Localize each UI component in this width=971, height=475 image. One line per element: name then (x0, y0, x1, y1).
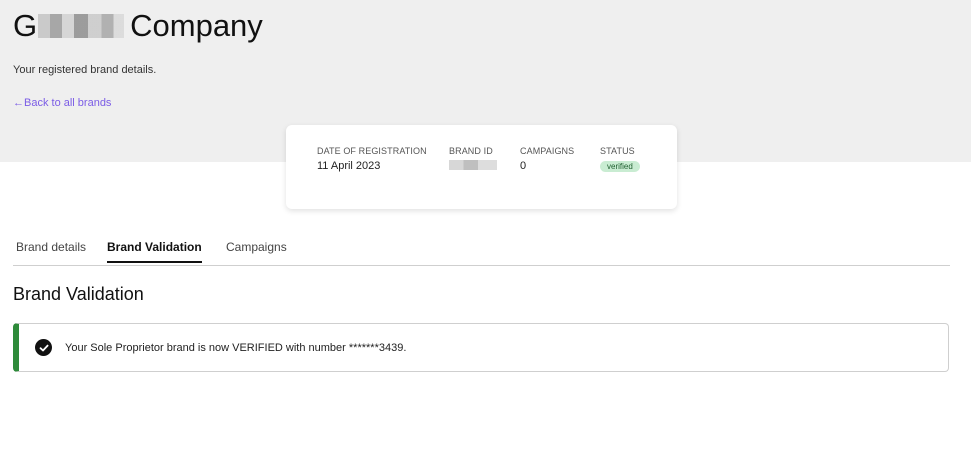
brand-id-value (449, 160, 497, 173)
status-badge: verified (600, 161, 640, 172)
brand-id-stat: BRAND ID (449, 146, 497, 173)
redacted-name (38, 14, 125, 38)
title-suffix: Company (130, 8, 263, 43)
registration-stat: DATE OF REGISTRATION 11 April 2023 (317, 146, 427, 172)
status-stat: STATUS verified (600, 146, 640, 174)
brand-id-label: BRAND ID (449, 146, 493, 156)
status-label: STATUS (600, 146, 635, 156)
section-title: Brand Validation (13, 284, 144, 304)
check-circle-icon (35, 339, 52, 356)
tab-campaigns[interactable]: Campaigns (226, 240, 287, 262)
tab-bar: Brand details Brand Validation Campaigns (13, 232, 950, 266)
page-subtitle: Your registered brand details. (13, 64, 157, 76)
registration-label: DATE OF REGISTRATION (317, 146, 427, 156)
tab-brand-validation[interactable]: Brand Validation (107, 240, 202, 263)
campaigns-value: 0 (520, 160, 527, 172)
verification-alert: Your Sole Proprietor brand is now VERIFI… (13, 323, 949, 372)
title-prefix: G (13, 8, 38, 43)
alert-message: Your Sole Proprietor brand is now VERIFI… (65, 341, 407, 354)
page-title: G Company (13, 8, 263, 44)
registration-value: 11 April 2023 (317, 160, 381, 172)
redacted-brand-id (449, 160, 497, 170)
campaigns-stat: CAMPAIGNS 0 (520, 146, 574, 172)
tab-brand-details[interactable]: Brand details (16, 240, 86, 262)
brand-summary-card: DATE OF REGISTRATION 11 April 2023 BRAND… (286, 125, 677, 209)
campaigns-label: CAMPAIGNS (520, 146, 575, 156)
back-to-brands-link[interactable]: ←Back to all brands (13, 97, 111, 109)
